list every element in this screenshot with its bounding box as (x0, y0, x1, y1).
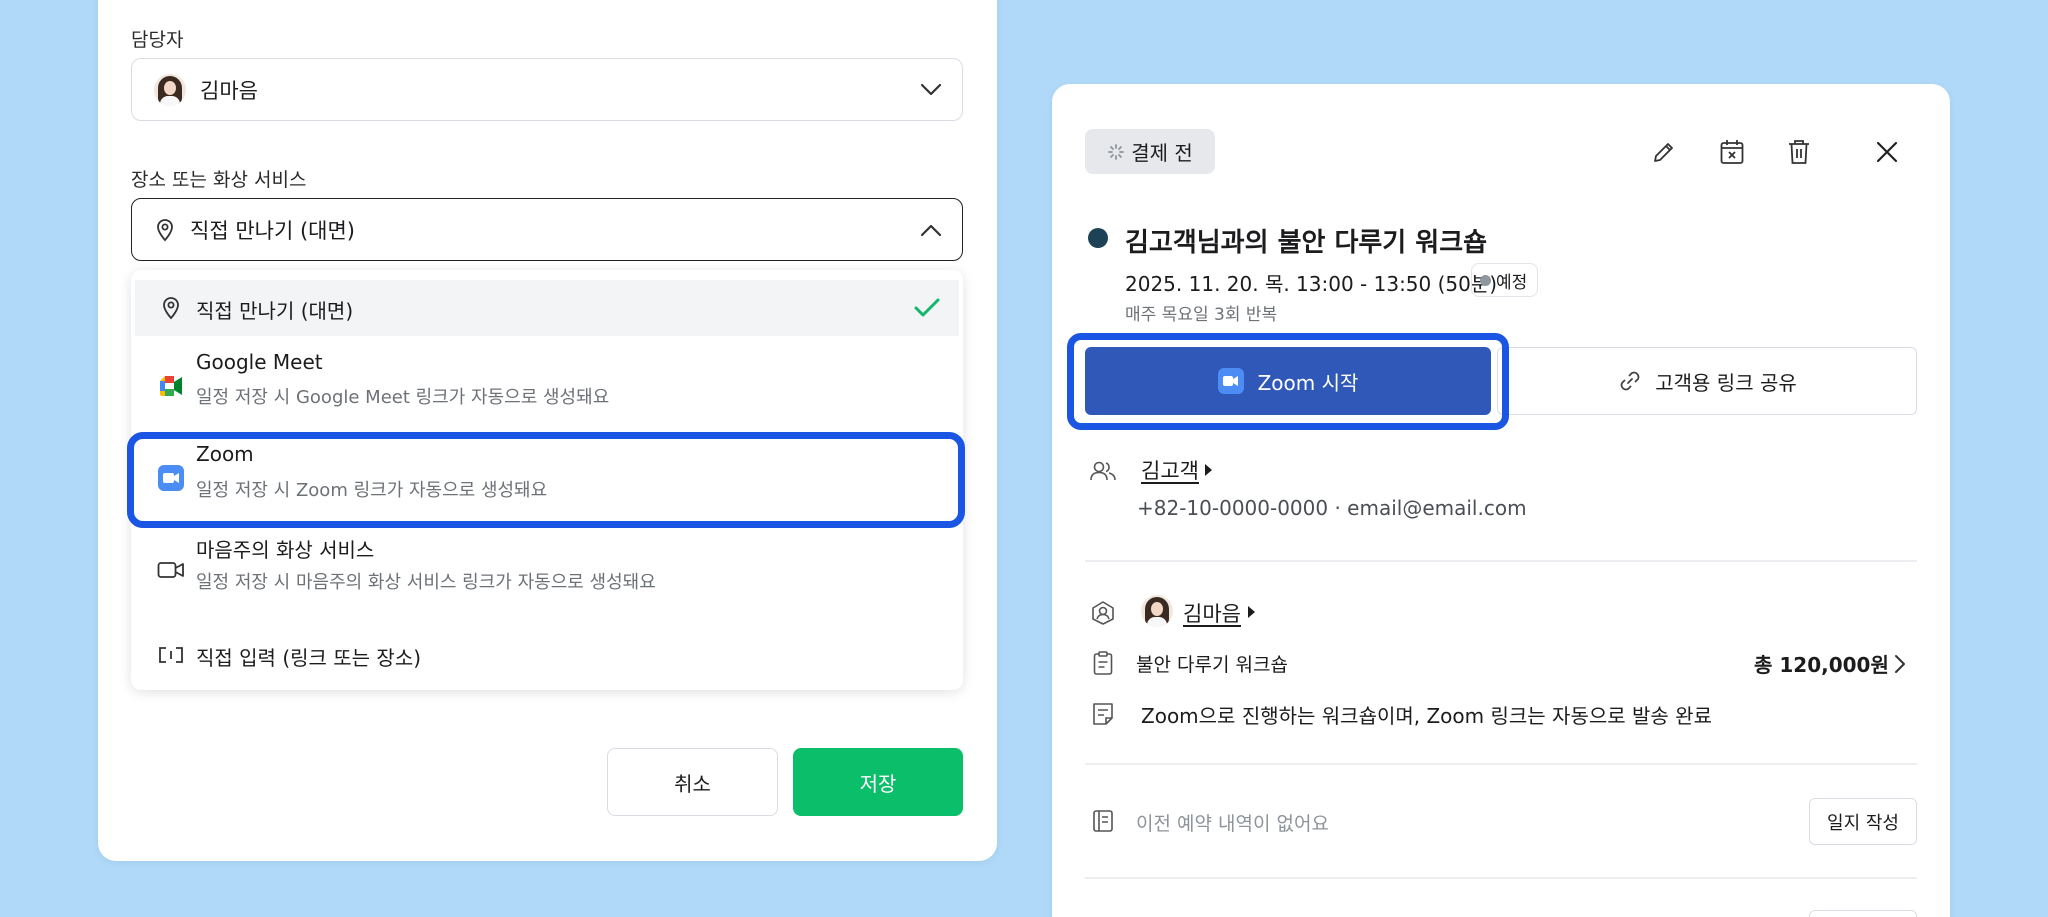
calendar-x-icon[interactable] (1716, 136, 1748, 168)
option-label: 마음주의 화상 서비스 (196, 538, 375, 562)
memo-text: Zoom으로 진행하는 워크숍이며, Zoom 링크는 자동으로 발송 완료 (1141, 704, 1712, 728)
google-meet-icon (157, 372, 185, 400)
option-description: 일정 저장 시 마음주의 화상 서비스 링크가 자동으로 생성돼요 (196, 572, 656, 593)
location-label: 장소 또는 화상 서비스 (131, 169, 307, 191)
history-empty-text: 이전 예약 내역이 없어요 (1136, 813, 1329, 835)
client-contact: +82-10-0000-0000 · email@email.com (1137, 496, 1527, 520)
counselor-name-link[interactable]: 김마음 (1183, 598, 1241, 628)
caret-right-icon (1248, 606, 1255, 618)
appointment-datetime: 2025. 11. 20. 목. 13:00 - 13:50 (50분) (1125, 272, 1498, 296)
status-text: 결제 전 (1131, 141, 1193, 165)
option-label: 직접 만나기 (대면) (196, 299, 354, 323)
location-pin-icon (157, 294, 185, 322)
option-label: 직접 입력 (링크 또는 장소) (196, 646, 422, 670)
location-value: 직접 만나기 (대면) (190, 218, 355, 243)
option-description: 일정 저장 시 Google Meet 링크가 자동으로 생성돼요 (196, 387, 610, 408)
option-video-service[interactable]: 마음주의 화상 서비스 일정 저장 시 마음주의 화상 서비스 링크가 자동으로… (131, 530, 963, 610)
close-icon[interactable] (1871, 136, 1903, 168)
zoom-button-highlight (1067, 333, 1509, 430)
chevron-down-icon (920, 79, 942, 101)
partial-button[interactable] (1809, 910, 1917, 917)
status-badge: 예정 (1471, 263, 1539, 297)
assignee-label: 담당자 (131, 29, 184, 51)
clipboard-icon (1089, 649, 1117, 677)
program-name: 불안 다루기 워크숍 (1136, 654, 1288, 676)
option-label: Google Meet (196, 350, 323, 374)
chevron-right-icon[interactable] (1886, 650, 1914, 678)
write-journal-button[interactable]: 일지 작성 (1809, 798, 1917, 845)
price[interactable]: 총 120,000원 (1754, 649, 1889, 678)
divider (1085, 560, 1917, 562)
color-dot (1088, 228, 1108, 248)
avatar (1141, 595, 1173, 627)
option-custom-input[interactable]: 직접 입력 (링크 또는 장소) (131, 630, 963, 680)
memo-icon (1089, 700, 1117, 728)
option-in-person[interactable]: 직접 만나기 (대면) (135, 280, 959, 336)
counselor-badge-icon (1089, 599, 1117, 627)
history-icon (1089, 807, 1117, 835)
client-name-link[interactable]: 김고객 (1141, 455, 1199, 485)
share-link-label: 고객용 링크 공유 (1655, 370, 1797, 395)
users-icon (1089, 457, 1117, 485)
assignee-select[interactable]: 김마음 (131, 58, 963, 121)
badge-text: 예정 (1496, 272, 1528, 293)
chevron-up-icon (920, 219, 942, 241)
assignee-value: 김마음 (200, 78, 258, 103)
check-icon (913, 294, 941, 322)
video-camera-icon (157, 556, 185, 584)
trash-icon[interactable] (1783, 136, 1815, 168)
pencil-icon[interactable] (1648, 136, 1680, 168)
divider (1085, 763, 1917, 765)
caret-right-icon (1205, 464, 1212, 476)
avatar (154, 73, 186, 106)
location-pin-icon (154, 218, 176, 241)
appointment-title: 김고객님과의 불안 다루기 워크숍 (1125, 228, 1488, 258)
repeat-info: 매주 목요일 3회 반복 (1125, 305, 1278, 325)
share-link-button[interactable]: 고객용 링크 공유 (1497, 347, 1917, 415)
divider (1085, 877, 1917, 879)
zoom-option-highlight (127, 432, 965, 528)
location-select[interactable]: 직접 만나기 (대면) (131, 198, 963, 261)
status-chip: 결제 전 (1085, 129, 1215, 174)
loading-icon (1107, 143, 1125, 161)
cancel-button[interactable]: 취소 (607, 748, 778, 816)
save-button[interactable]: 저장 (793, 748, 963, 816)
custom-input-icon (157, 641, 185, 669)
option-google-meet[interactable]: Google Meet 일정 저장 시 Google Meet 링크가 자동으로… (131, 346, 963, 426)
link-icon (1617, 368, 1643, 394)
